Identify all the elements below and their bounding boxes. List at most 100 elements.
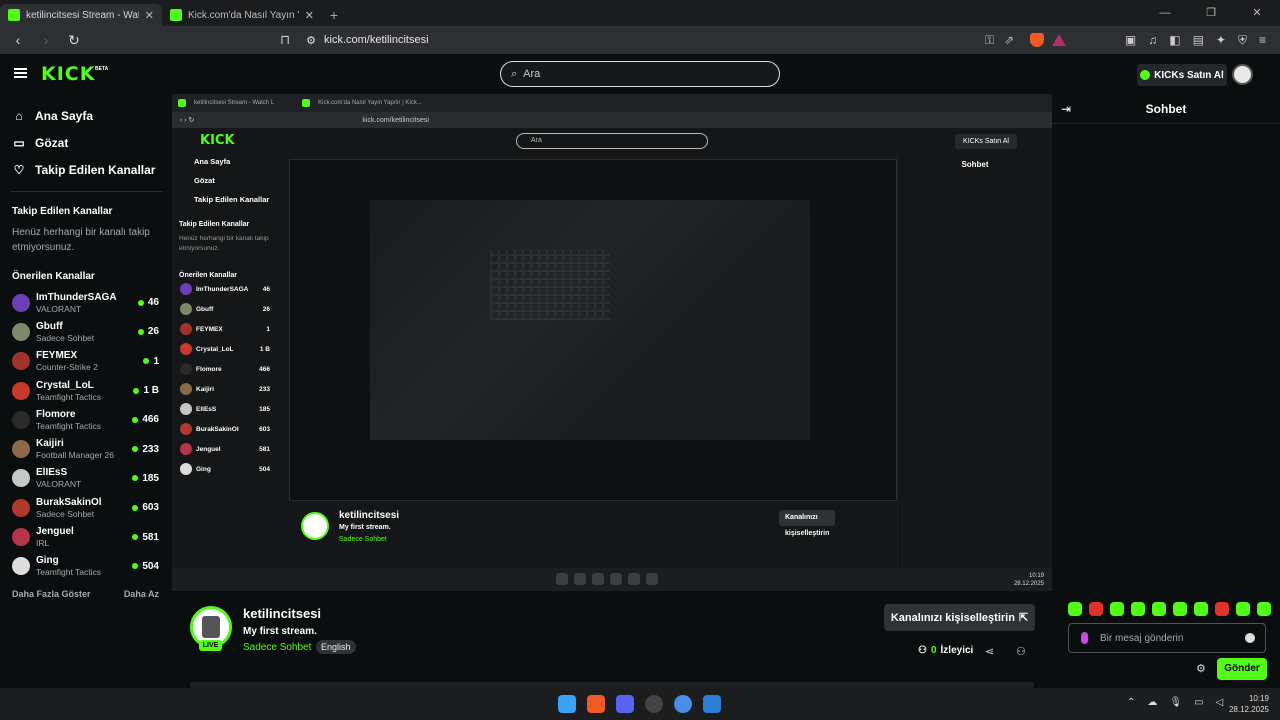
emote-icon[interactable]	[1236, 602, 1250, 616]
network-icon[interactable]: ▭	[1194, 697, 1203, 708]
follow-user-icon[interactable]: ⚇	[1016, 645, 1026, 658]
share-icon[interactable]: ⋖	[985, 645, 994, 658]
channel-name: BurakSakinOl	[36, 496, 102, 508]
beta-label: BETA	[95, 66, 109, 72]
channel-avatar	[12, 410, 30, 429]
forward-button[interactable]: ›	[36, 32, 56, 48]
emote-icon[interactable]	[1089, 602, 1103, 616]
vpn-icon[interactable]: ⛨	[1238, 33, 1247, 48]
buy-kicks-button[interactable]: KICKs Satın Al	[1137, 64, 1227, 86]
address-bar-icons: ⚿ ⇗	[985, 33, 1014, 48]
show-less-link[interactable]: Daha Az	[124, 589, 159, 599]
channel-text: Ging Teamfight Tactics	[36, 555, 132, 577]
channel-name[interactable]: ketilincitsesi	[243, 606, 321, 621]
window-close-button[interactable]: ✕	[1234, 0, 1280, 26]
obs-icon[interactable]	[645, 695, 663, 713]
avatar-figure	[202, 616, 220, 638]
sidebar-item-label: Gözat	[35, 135, 69, 150]
show-more-link[interactable]: Daha Fazla Göster	[12, 589, 91, 599]
brave-browser-icon[interactable]	[587, 695, 605, 713]
search-input[interactable]: ⌕ Ara	[500, 61, 780, 87]
wallet-icon[interactable]: ▤	[1193, 33, 1204, 47]
viewer-number: 603	[142, 502, 159, 514]
user-avatar[interactable]	[1232, 64, 1253, 85]
sidebar-footer: Daha Fazla Göster Daha Az	[0, 581, 172, 599]
tab-search-icon[interactable]: ▣	[1125, 33, 1136, 47]
share-icon[interactable]: ⇗	[1004, 33, 1014, 47]
followed-empty-message: Henüz herhangi bir kanalı takip etmiyors…	[12, 227, 150, 253]
video-player[interactable]: ketilincitsesi Stream - Watch L Kick.com…	[172, 94, 1052, 591]
key-icon[interactable]: ⚿	[985, 33, 994, 48]
browse-icon: ▭	[13, 135, 25, 150]
recommended-channel-item[interactable]: FEYMEX Counter-Strike 2 1	[0, 347, 172, 376]
cloud-icon[interactable]: ☁	[1147, 697, 1157, 708]
menu-icon[interactable]: ≡	[1259, 33, 1266, 47]
brave-shield-icon[interactable]	[1030, 33, 1045, 47]
emote-icon[interactable]	[1215, 602, 1229, 616]
volume-icon[interactable]: ◁	[1216, 697, 1224, 708]
customize-channel-button[interactable]: Kanalınızı kişiselleştirin ⇱	[884, 604, 1035, 631]
emote-icon[interactable]	[1131, 602, 1145, 616]
emote-icon[interactable]	[1173, 602, 1187, 616]
close-icon[interactable]: ✕	[305, 9, 314, 22]
sidebar-item-browse[interactable]: ▭ Gözat	[0, 129, 172, 156]
recommended-channel-item[interactable]: Crystal_LoL Teamfight Tactics 1 B	[0, 376, 172, 405]
site-info-icon[interactable]: ⚙	[306, 34, 316, 47]
viewer-number: 466	[259, 365, 270, 373]
sidebar-toggle-icon[interactable]: ◧	[1169, 33, 1180, 47]
player-mirror-category: Sadece Sohbet	[339, 536, 387, 543]
chat-header: ⇥ Sohbet	[1052, 94, 1280, 124]
address-bar[interactable]: ⚙ kick.com/ketilincitsesi ⚿ ⇗	[298, 29, 1022, 51]
browser-tab-stream[interactable]: ketilincitsesi Stream - Watch L ✕	[0, 4, 162, 26]
emote-icon[interactable]	[1068, 602, 1082, 616]
channel-name: BurakSakinOl	[196, 425, 239, 433]
recommended-channel-item[interactable]: Jenguel IRL 581	[0, 522, 172, 551]
emote-icon[interactable]	[1152, 602, 1166, 616]
back-button[interactable]: ‹	[8, 32, 28, 48]
recommended-channel-item[interactable]: Kaijiri Football Manager 26 233	[0, 434, 172, 463]
chat-message-input[interactable]: Bir mesaj gönderin	[1068, 623, 1266, 653]
channel-viewer-count: 466	[132, 414, 159, 425]
send-message-button[interactable]: Gönder	[1217, 658, 1267, 680]
emoji-picker-icon[interactable]	[1245, 633, 1255, 643]
maximize-button[interactable]: ❐	[1188, 0, 1234, 26]
chevron-up-icon[interactable]: ⌃	[1127, 697, 1135, 708]
channel-viewer-count: 233	[132, 444, 159, 455]
sidebar-item-home[interactable]: ⌂ Ana Sayfa	[0, 102, 172, 129]
browser-tab-guide[interactable]: Kick.com'da Nasıl Yayın Yapılır | Kick..…	[162, 4, 322, 26]
chrome-icon[interactable]	[674, 695, 692, 713]
browser-extensions: ▣ ♫ ◧ ▤ ✦ ⛨ ≡	[1125, 33, 1272, 48]
live-badge: LIVE	[199, 640, 222, 651]
stream-category-link[interactable]: Sadece Sohbet	[243, 642, 311, 653]
brave-rewards-icon[interactable]	[1052, 34, 1067, 46]
channel-viewer-count: 1 B	[133, 385, 159, 396]
emote-icon[interactable]	[1110, 602, 1124, 616]
language-tag[interactable]: English	[316, 640, 356, 654]
emote-icon[interactable]	[1194, 602, 1208, 616]
sidebar-item-following[interactable]: ♡ Takip Edilen Kanallar	[0, 156, 172, 183]
reload-button[interactable]: ↻	[64, 32, 84, 49]
new-tab-button[interactable]: +	[322, 4, 346, 26]
close-icon[interactable]: ✕	[145, 9, 154, 22]
discord-icon[interactable]	[616, 695, 634, 713]
microphone-icon[interactable]	[1081, 632, 1088, 644]
chat-settings-gear-icon[interactable]: ⚙	[1196, 662, 1206, 675]
microphone-tray-icon[interactable]: 🎙	[1169, 697, 1182, 708]
recommended-channel-item[interactable]: ImThunderSAGA VALORANT 46	[0, 288, 172, 317]
recommended-channel-item[interactable]: ElIEsS VALORANT 185	[0, 464, 172, 493]
leo-icon[interactable]: ✦	[1216, 33, 1226, 47]
taskbar-clock[interactable]: 10:19 28.12.2025	[1229, 693, 1269, 715]
recommended-channel-item[interactable]: Gbuff Sadece Sohbet 26	[0, 317, 172, 346]
channel-avatar	[12, 528, 30, 547]
recommended-channel-item[interactable]: Flomore Teamfight Tactics 466	[0, 405, 172, 434]
media-icon[interactable]: ♫	[1148, 33, 1157, 47]
recommended-channel-item[interactable]: BurakSakinOl Sadece Sohbet 603	[0, 493, 172, 522]
hamburger-menu-icon[interactable]	[14, 68, 27, 78]
recommended-channel-item[interactable]: Ging Teamfight Tactics 504	[0, 552, 172, 581]
windows-start-icon[interactable]	[558, 695, 576, 713]
emote-icon[interactable]	[1257, 602, 1271, 616]
bookmark-icon[interactable]: ⊓	[280, 32, 290, 48]
minimize-button[interactable]: —	[1142, 0, 1188, 26]
kick-logo[interactable]: KICK	[41, 63, 95, 85]
photos-icon[interactable]	[703, 695, 721, 713]
